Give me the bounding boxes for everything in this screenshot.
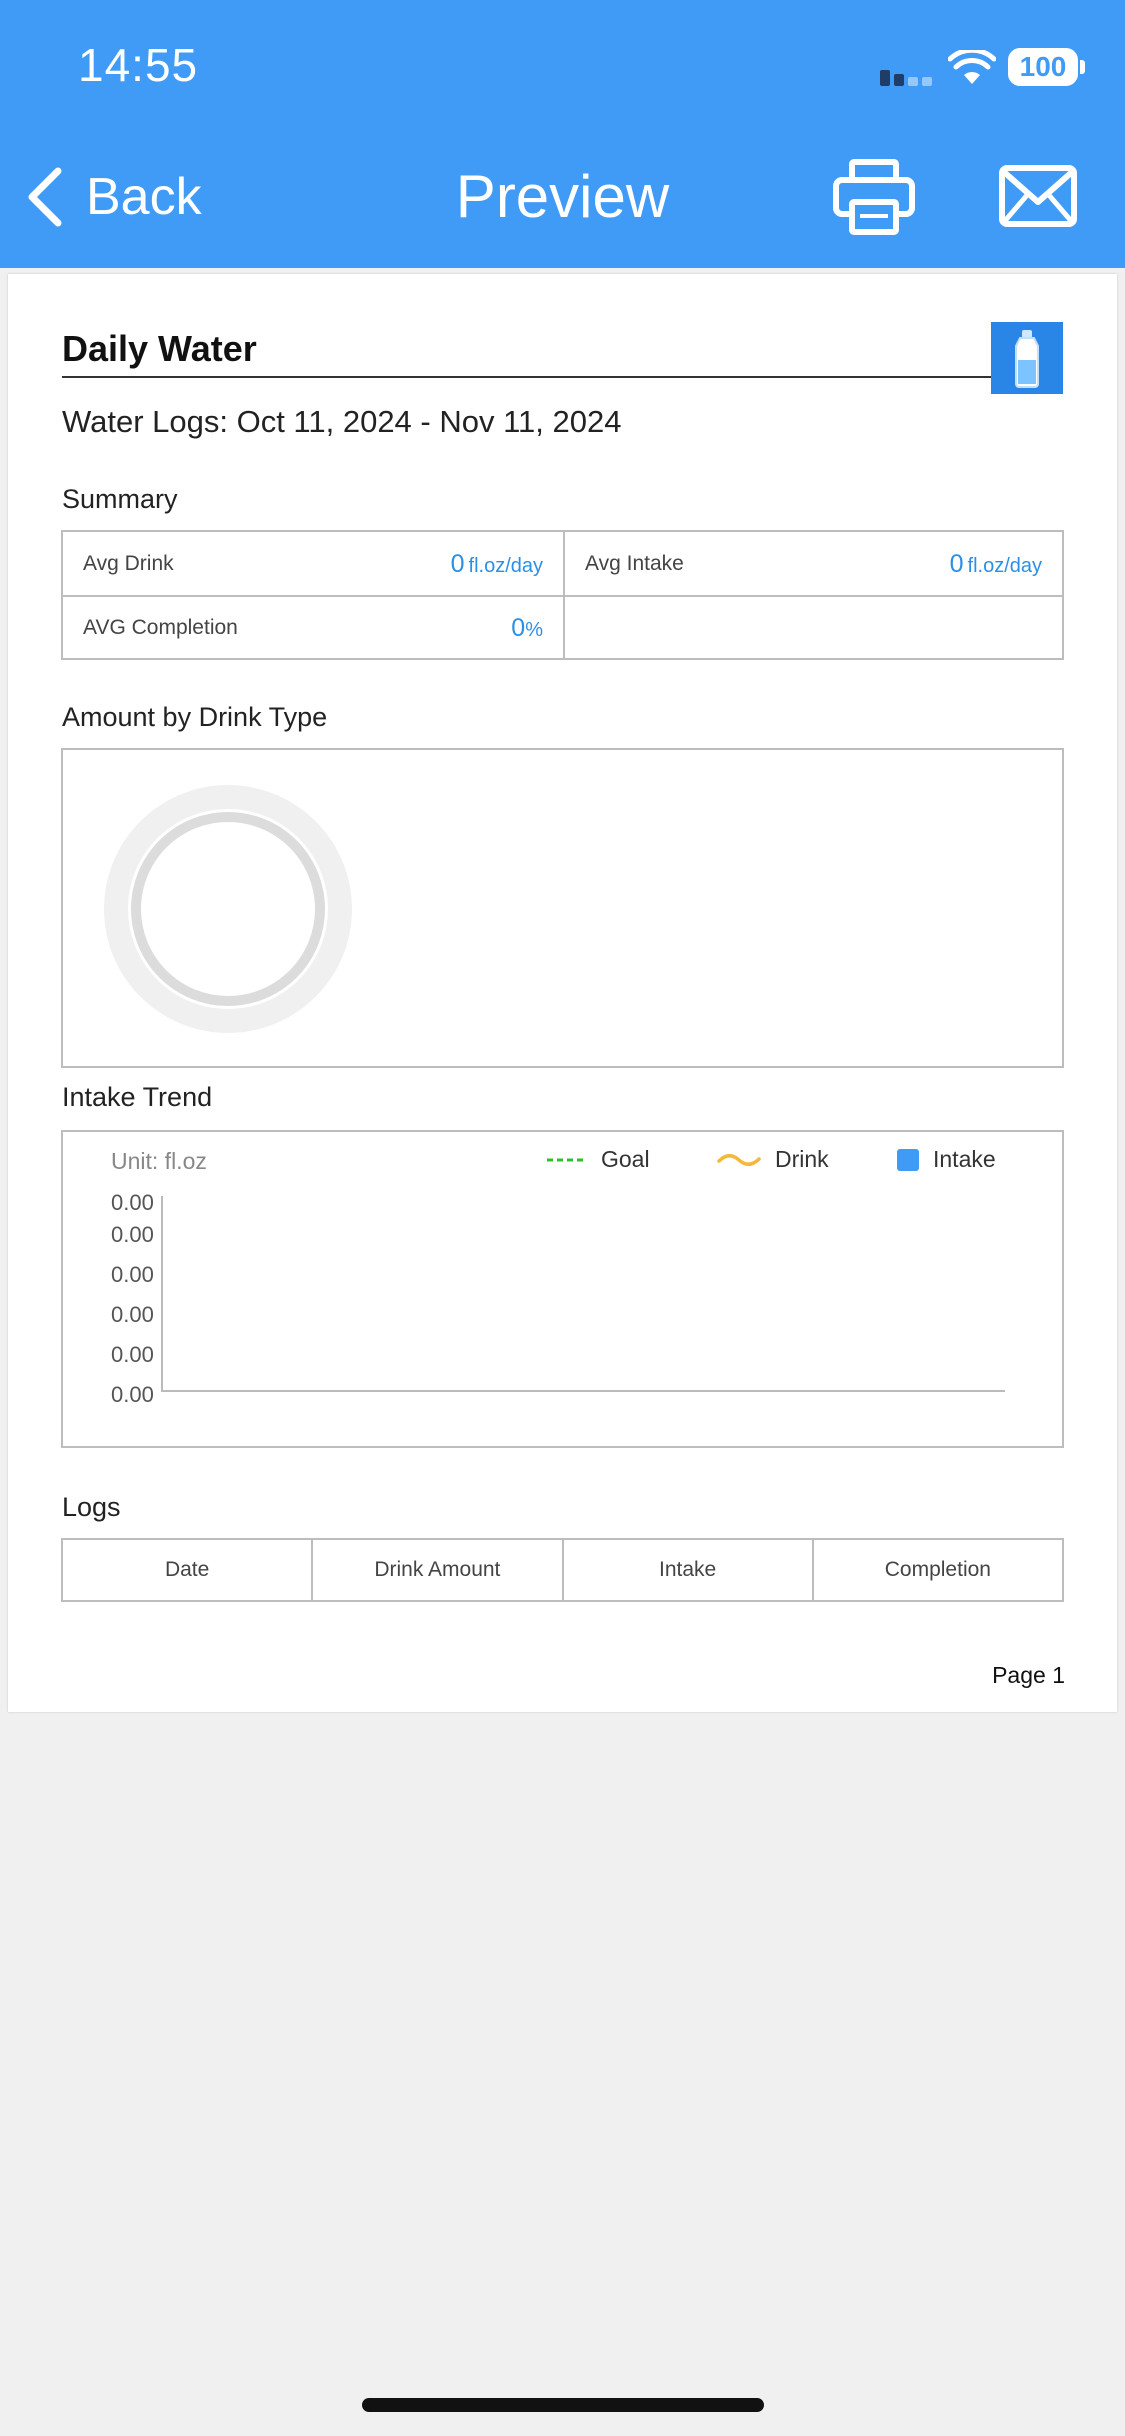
app-logo [991,322,1063,394]
avg-intake-label: Avg Intake [585,552,684,575]
summary-avg-completion: AVG Completion 0% [63,596,563,660]
avg-intake-value: 0 [949,549,964,578]
nav-header: 14:55 100 Back Preview [0,0,1125,268]
legend-goal: Goal [547,1146,650,1173]
logs-col-date: Date [63,1540,314,1600]
logs-title: Logs [62,1492,121,1522]
avg-completion-unit: % [525,618,543,641]
cellular-signal-icon [880,70,936,86]
drink-type-title: Amount by Drink Type [62,702,328,732]
avg-drink-value: 0 [450,549,465,578]
y-tick: 0.00 [111,1262,154,1287]
date-range: Water Logs: Oct 11, 2024 - Nov 11, 2024 [62,404,622,439]
y-tick: 0.00 [111,1302,154,1327]
trend-unit-label: Unit: fl.oz [111,1148,207,1174]
y-axis [161,1196,163,1392]
water-bottle-icon [1015,330,1039,388]
avg-drink-label: Avg Drink [83,552,174,575]
y-tick: 0.00 [111,1342,154,1367]
page-number: Page 1 [992,1662,1065,1688]
avg-intake-unit: fl.oz/day [967,554,1042,577]
legend-drink: Drink [717,1146,829,1173]
status-time: 14:55 [78,39,199,91]
mail-icon[interactable] [998,164,1078,228]
legend-goal-label: Goal [601,1146,650,1172]
logs-table-header: Date Drink Amount Intake Completion [61,1538,1064,1602]
legend-intake: Intake [897,1146,996,1173]
intake-trend-chart: Unit: fl.oz Goal Drink Intake 0.00 0.00 … [61,1130,1064,1448]
avg-completion-label: AVG Completion [83,616,238,639]
wifi-icon [948,50,996,84]
goal-line-icon [547,1158,587,1161]
y-tick: 0.00 [111,1382,154,1407]
logs-col-drink-amount: Drink Amount [313,1540,564,1600]
logs-col-intake: Intake [564,1540,814,1600]
report-page: Daily Water Water Logs: Oct 11, 2024 - N… [8,274,1117,1712]
home-indicator[interactable] [362,2398,764,2412]
y-tick: 0.00 [111,1222,154,1247]
avg-drink-unit: fl.oz/day [468,554,543,577]
drink-type-chart [61,748,1064,1068]
intake-square-icon [897,1148,919,1171]
summary-title: Summary [62,484,178,514]
page-title: Preview [455,163,670,230]
legend-drink-label: Drink [775,1146,829,1172]
battery-tip [1080,60,1085,74]
drink-wave-icon [717,1153,761,1166]
summary-avg-intake: Avg Intake 0 fl.oz/day [565,532,1062,596]
drink-type-donut [104,785,352,1033]
x-axis [161,1390,1005,1392]
summary-table: Avg Drink 0 fl.oz/day Avg Intake 0 fl.oz/d… [61,530,1064,660]
y-tick: 0.00 [111,1190,154,1215]
intake-trend-title: Intake Trend [62,1082,213,1112]
avg-completion-value: 0 [511,613,526,642]
summary-avg-drink: Avg Drink 0 fl.oz/day [63,532,563,596]
legend-intake-label: Intake [933,1146,996,1172]
report-title: Daily Water [62,328,994,378]
battery-icon: 100 [1008,48,1078,86]
print-icon[interactable] [832,158,916,236]
logs-col-completion: Completion [884,1558,991,1581]
